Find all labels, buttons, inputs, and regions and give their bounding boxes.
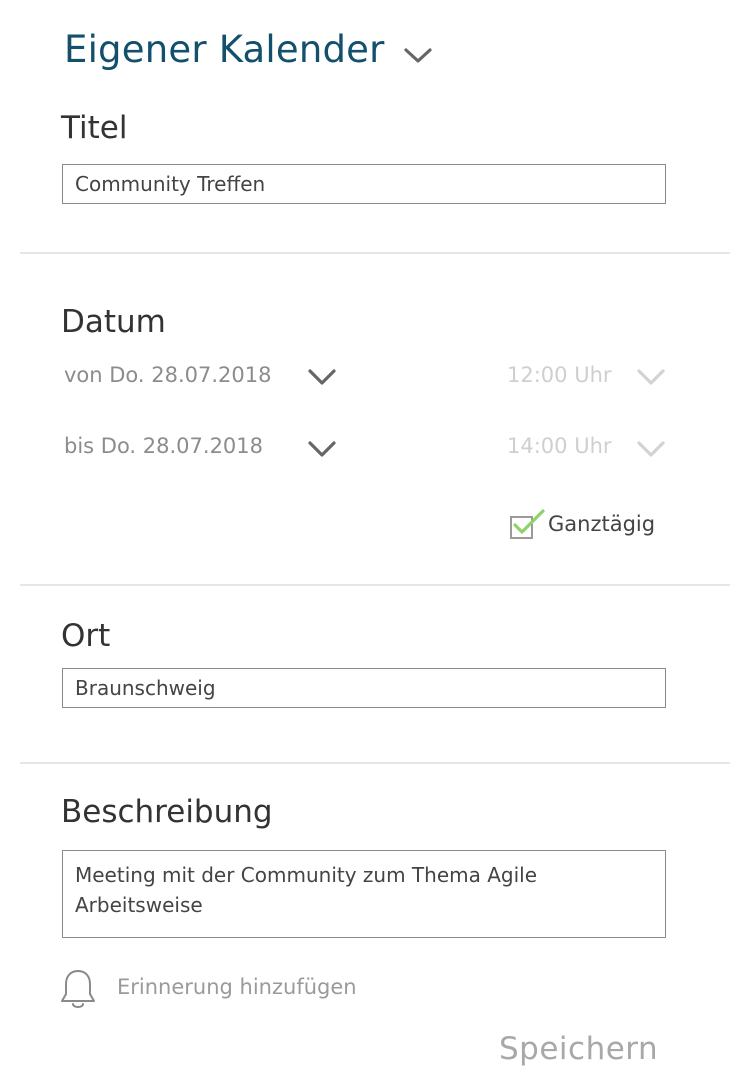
title-label: Titel [61, 110, 128, 146]
all-day-label[interactable]: Ganztägig [548, 512, 655, 536]
divider [20, 252, 730, 254]
chevron-down-icon[interactable] [635, 366, 667, 390]
chevron-down-icon[interactable] [402, 40, 434, 70]
divider [20, 762, 730, 764]
divider [20, 584, 730, 586]
chevron-down-icon[interactable] [306, 438, 338, 462]
chevron-down-icon[interactable] [635, 438, 667, 462]
all-day-checkbox[interactable] [510, 509, 546, 541]
end-date-select[interactable]: bis Do. 28.07.2018 [64, 434, 263, 458]
add-reminder-link[interactable]: Erinnerung hinzufügen [117, 975, 357, 999]
start-time-select[interactable]: 12:00 Uhr [507, 363, 612, 387]
title-input[interactable] [62, 164, 666, 204]
end-time-select[interactable]: 14:00 Uhr [507, 434, 612, 458]
bell-icon[interactable] [59, 968, 97, 1010]
description-textarea[interactable]: Meeting mit der Community zum Thema Agil… [62, 850, 666, 938]
start-date-select[interactable]: von Do. 28.07.2018 [64, 363, 272, 387]
location-label: Ort [61, 618, 111, 654]
description-label: Beschreibung [61, 794, 273, 830]
location-input[interactable] [62, 668, 666, 708]
date-label: Datum [61, 304, 166, 340]
chevron-down-icon[interactable] [306, 366, 338, 390]
save-button[interactable]: Speichern [499, 1031, 658, 1067]
calendar-selector[interactable]: Eigener Kalender [64, 28, 385, 71]
